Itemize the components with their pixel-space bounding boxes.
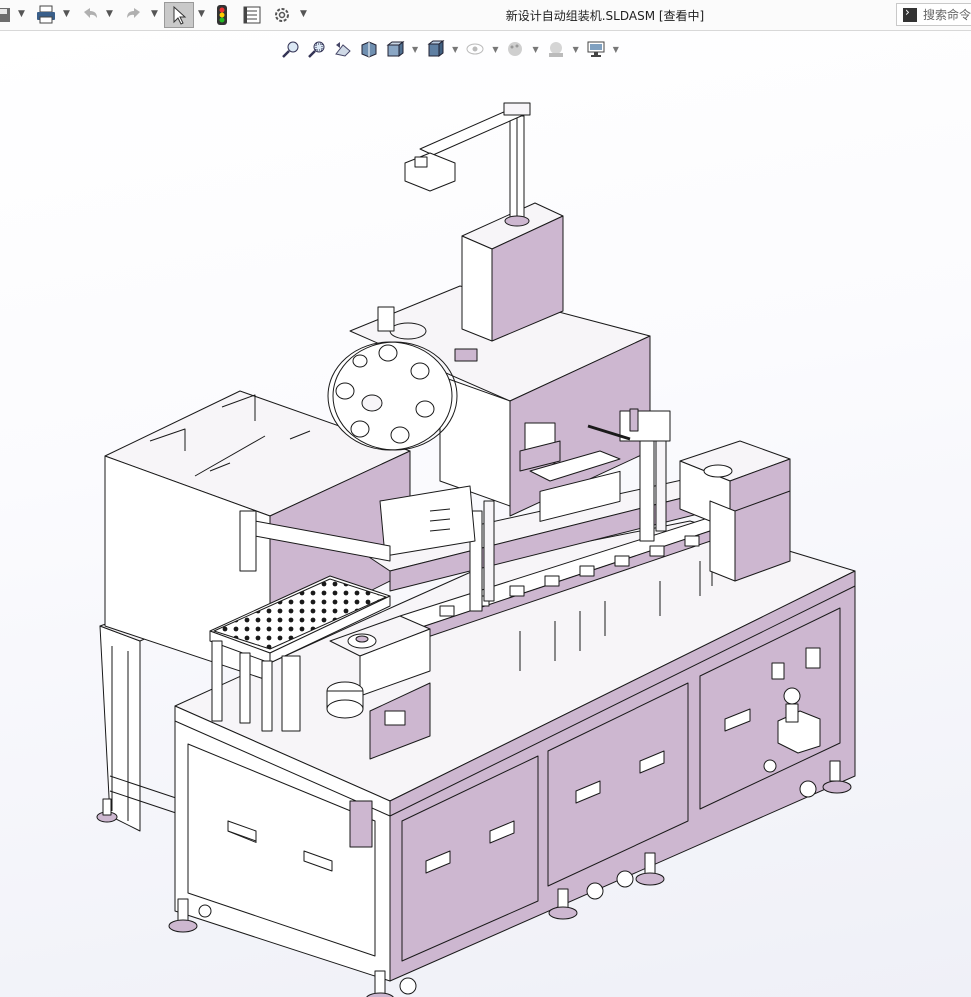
rebuild-icon[interactable] (210, 2, 234, 28)
apply-scene-caret[interactable]: ▼ (573, 45, 579, 54)
document-title: 新设计自动组装机.SLDASM [查看中] (505, 9, 705, 23)
undo-icon[interactable] (78, 2, 102, 28)
display-style-icon[interactable] (424, 38, 446, 60)
redo-dropdown-caret[interactable]: ▼ (151, 9, 158, 19)
undo-dropdown-caret[interactable]: ▼ (106, 9, 113, 19)
command-search-placeholder: 搜索命令 (923, 8, 971, 22)
apply-scene-icon[interactable] (545, 38, 567, 60)
save-icon[interactable] (0, 2, 14, 28)
section-view-icon[interactable] (358, 38, 380, 60)
options-icon[interactable] (270, 2, 294, 28)
view-orientation-icon[interactable] (384, 38, 406, 60)
print-dropdown-caret[interactable]: ▼ (63, 9, 70, 19)
command-search-input[interactable]: 搜索命令 (896, 3, 971, 26)
options-dropdown-caret[interactable]: ▼ (300, 9, 307, 19)
redo-icon[interactable] (122, 2, 146, 28)
previous-view-icon[interactable] (332, 38, 354, 60)
heads-up-view-toolbar: ▼ ▼ ▼ ▼ ▼ ▼ (280, 37, 621, 61)
title-bar: ▼ ▼ ▼ ▼ ▼ ▼ 新设计自动组装机.SLDASM [查看中] 搜索命令 (0, 0, 971, 31)
print-icon[interactable] (34, 2, 58, 28)
zoom-to-fit-icon[interactable] (280, 38, 302, 60)
assembly-model[interactable] (0, 67, 971, 997)
camera-arm (404, 102, 531, 227)
select-dropdown-caret[interactable]: ▼ (198, 9, 205, 19)
graphics-area[interactable]: ▼ ▼ ▼ ▼ ▼ ▼ (0, 31, 971, 997)
save-dropdown-caret[interactable]: ▼ (18, 9, 25, 19)
view-orientation-caret[interactable]: ▼ (412, 45, 418, 54)
edit-appearance-icon[interactable] (504, 38, 526, 60)
select-icon[interactable] (164, 2, 194, 28)
command-prompt-icon (903, 5, 917, 22)
file-properties-icon[interactable] (240, 2, 264, 28)
display-style-caret[interactable]: ▼ (452, 45, 458, 54)
hide-show-items-icon[interactable] (464, 38, 486, 60)
zoom-to-area-icon[interactable] (306, 38, 328, 60)
view-settings-caret[interactable]: ▼ (613, 45, 619, 54)
hide-show-caret[interactable]: ▼ (492, 45, 498, 54)
edit-appearance-caret[interactable]: ▼ (532, 45, 538, 54)
view-settings-icon[interactable] (585, 38, 607, 60)
